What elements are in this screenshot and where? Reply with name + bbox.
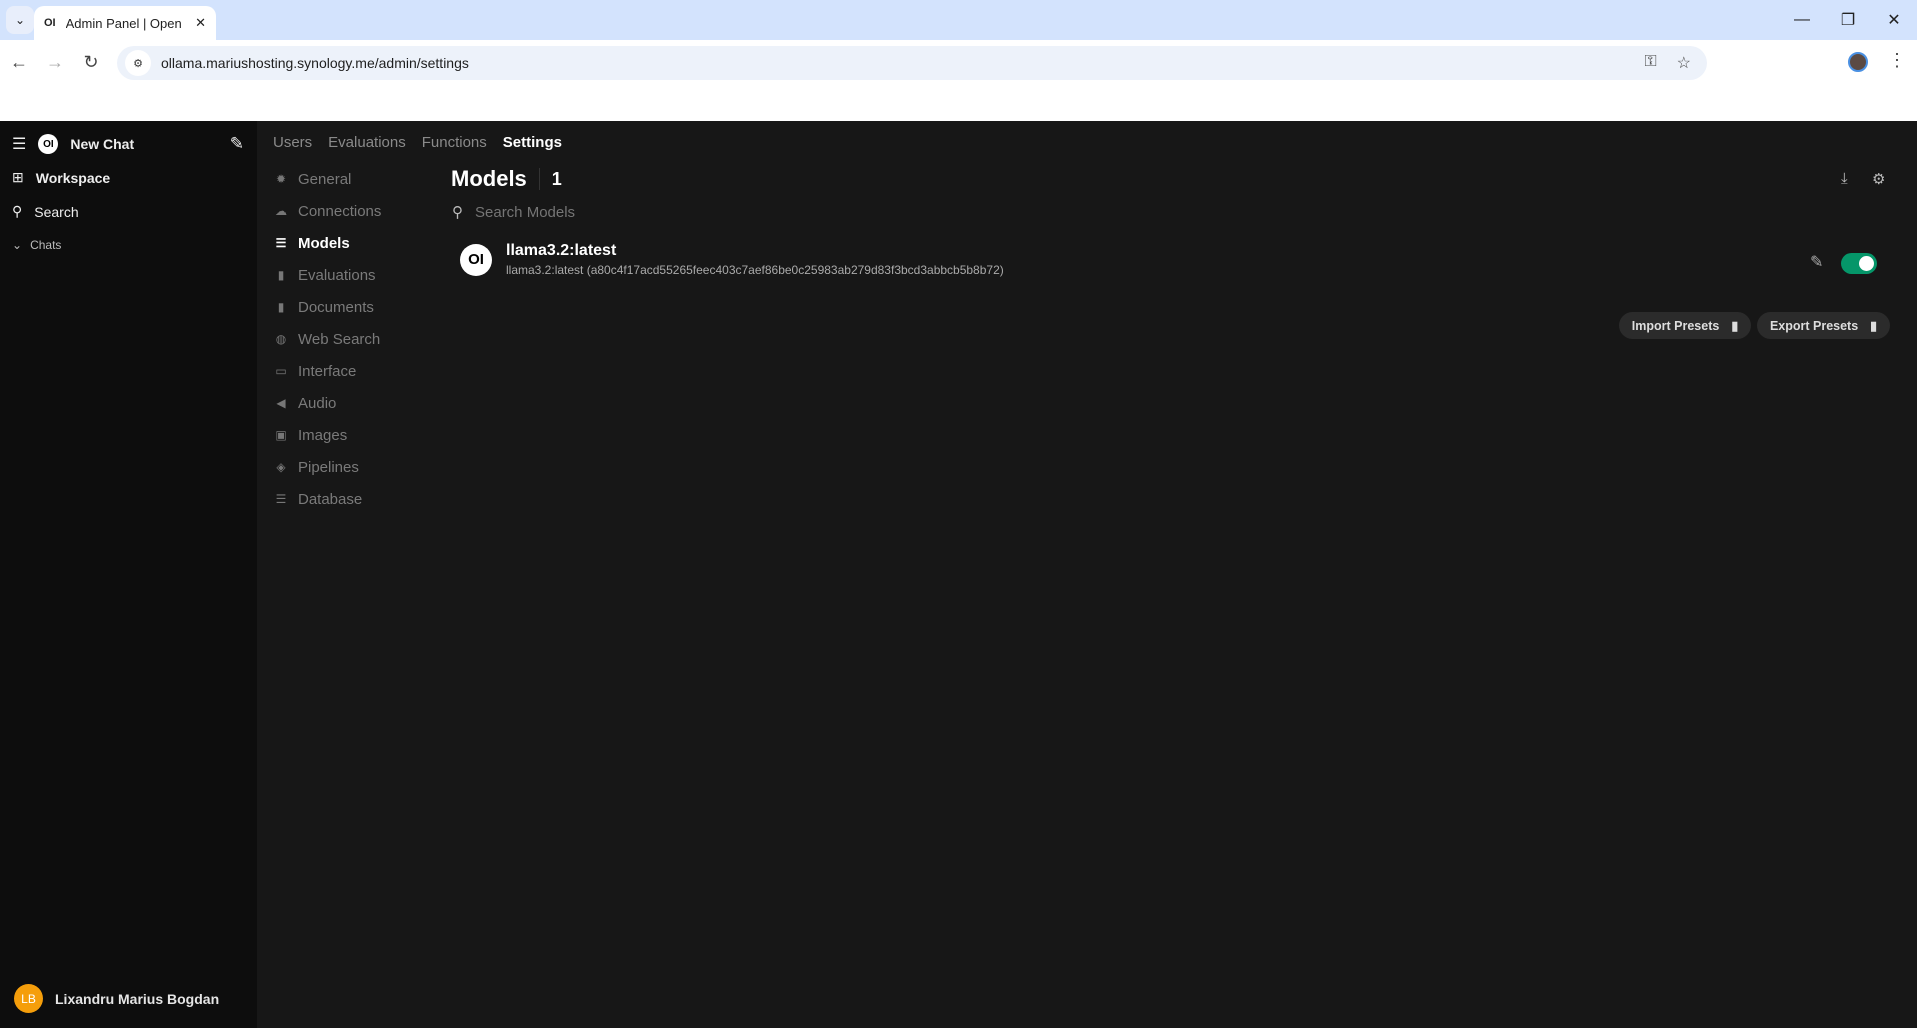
search-models-input[interactable] [475, 203, 775, 221]
menu-database[interactable]: ☰ Database [274, 483, 381, 515]
model-enabled-toggle[interactable] [1841, 253, 1877, 274]
menu-label: Images [298, 426, 348, 444]
import-presets-button[interactable]: Import Presets ▮ [1619, 312, 1751, 339]
menu-audio[interactable]: ◀ Audio [274, 387, 381, 419]
layers-icon: ◈ [276, 460, 286, 474]
key-icon[interactable]: ⚿ [1644, 53, 1656, 73]
file-download-icon: ▮ [1870, 319, 1878, 333]
menu-label: Documents [298, 298, 374, 316]
restore-icon[interactable]: ❐ [1833, 8, 1863, 32]
speaker-icon: ◀ [276, 396, 286, 410]
user-name: Lixandru Marius Bogdan [55, 990, 220, 1007]
search-bar: ⚲ [452, 203, 775, 221]
close-tab-icon[interactable]: ✕ [195, 15, 206, 31]
database-icon: ☰ [275, 236, 287, 250]
menu-models[interactable]: ☰ Models [274, 227, 381, 259]
cloud-icon: ☁ [275, 204, 287, 218]
menu-web-search[interactable]: ◍ Web Search [274, 323, 381, 355]
browser-tab-bar [0, 0, 1917, 40]
menu-label: Evaluations [298, 266, 376, 284]
menu-label: Database [298, 490, 363, 508]
new-chat-link[interactable]: New Chat [70, 136, 217, 152]
menu-connections[interactable]: ☁ Connections [274, 195, 381, 227]
globe-icon: ◍ [275, 332, 287, 346]
address-bar[interactable]: ⚙ ollama.mariushosting.synology.me/admin… [117, 46, 1707, 80]
button-label: Export Presets [1769, 318, 1859, 333]
workspace-link[interactable]: Workspace [36, 170, 110, 186]
gear-icon[interactable]: ⚙ [1872, 170, 1885, 188]
divider [538, 168, 540, 190]
tab-users[interactable]: Users [273, 134, 312, 151]
gear-icon: ✹ [275, 172, 287, 186]
tab-title: Admin Panel | Open WebUI [65, 15, 185, 31]
model-row[interactable]: OI llama3.2:latest llama3.2:latest (a80c… [460, 242, 1004, 277]
hamburger-icon[interactable]: ☰ [12, 134, 26, 154]
sidebar: ☰ OI New Chat ✎ ⊞ Workspace ⚲ Search ⌄ Chat… [0, 121, 257, 1028]
document-chart-icon: ▮ [277, 268, 285, 282]
pencil-icon[interactable]: ✎ [1810, 252, 1823, 272]
menu-pipelines[interactable]: ◈ Pipelines [274, 451, 381, 483]
models-title: Models [451, 166, 527, 191]
page-title: Models 1 [451, 166, 562, 192]
user-menu[interactable]: LB Lixandru Marius Bogdan [14, 984, 219, 1013]
model-name: llama3.2:latest [506, 242, 617, 259]
reload-icon[interactable]: ↻ [79, 50, 103, 74]
export-presets-button[interactable]: Export Presets ▮ [1757, 312, 1890, 339]
search-link[interactable]: Search [34, 204, 78, 220]
browser-tab[interactable]: OI Admin Panel | Open WebUI ✕ [34, 6, 216, 40]
star-icon[interactable]: ☆ [1677, 53, 1691, 73]
toggle-knob [1859, 256, 1874, 271]
tab-search-button[interactable]: ⌄ [6, 6, 34, 34]
image-icon: ▣ [275, 428, 287, 442]
menu-label: General [298, 170, 352, 188]
menu-label: Interface [298, 362, 357, 380]
settings-menu: ✹ General ☁ Connections ☰ Models ▮ Evaluatio… [274, 163, 381, 515]
menu-documents[interactable]: ▮ Documents [274, 291, 381, 323]
menu-icon[interactable]: ⋮ [1888, 50, 1906, 71]
chats-toggle[interactable]: Chats [30, 238, 61, 252]
workspace-icon: ⊞ [12, 169, 24, 185]
file-upload-icon: ▮ [1731, 319, 1739, 333]
search-icon: ⚲ [452, 204, 463, 221]
monitor-icon: ▭ [275, 364, 287, 378]
logo: OI [38, 134, 59, 154]
site-settings-icon[interactable]: ⚙ [125, 50, 151, 76]
edit-icon[interactable]: ✎ [230, 134, 244, 154]
menu-interface[interactable]: ▭ Interface [274, 355, 381, 387]
menu-label: Models [298, 234, 350, 252]
model-avatar: OI [460, 243, 492, 276]
models-count: 1 [551, 168, 562, 189]
url-text[interactable]: ollama.mariushosting.synology.me/admin/s… [161, 55, 469, 71]
minimize-icon[interactable]: — [1787, 8, 1817, 32]
chevron-down-icon: ⌄ [12, 238, 23, 252]
tab-evaluations[interactable]: Evaluations [328, 134, 406, 151]
menu-evaluations[interactable]: ▮ Evaluations [274, 259, 381, 291]
menu-label: Audio [298, 394, 337, 412]
forward-icon[interactable]: → [43, 50, 67, 74]
close-window-icon[interactable]: ✕ [1879, 8, 1909, 32]
menu-label: Pipelines [298, 458, 359, 476]
download-icon[interactable]: ⤓ [1841, 170, 1848, 187]
tab-settings[interactable]: Settings [503, 134, 562, 151]
admin-tabs: Users Evaluations Functions Settings [273, 134, 562, 151]
search-icon: ⚲ [12, 203, 23, 219]
document-icon: ▮ [277, 300, 285, 314]
menu-label: Connections [298, 202, 382, 220]
profile-avatar[interactable] [1848, 52, 1868, 72]
database-icon: ☰ [275, 492, 287, 506]
menu-label: Web Search [298, 330, 381, 348]
tab-functions[interactable]: Functions [422, 134, 487, 151]
menu-images[interactable]: ▣ Images [274, 419, 381, 451]
avatar: LB [14, 984, 43, 1013]
tab-favicon: OI [44, 17, 56, 29]
back-icon[interactable]: ← [7, 50, 31, 74]
menu-general[interactable]: ✹ General [274, 163, 381, 195]
model-description: llama3.2:latest (a80c4f17acd55265feec403… [506, 263, 1004, 277]
button-label: Import Presets [1631, 318, 1720, 333]
